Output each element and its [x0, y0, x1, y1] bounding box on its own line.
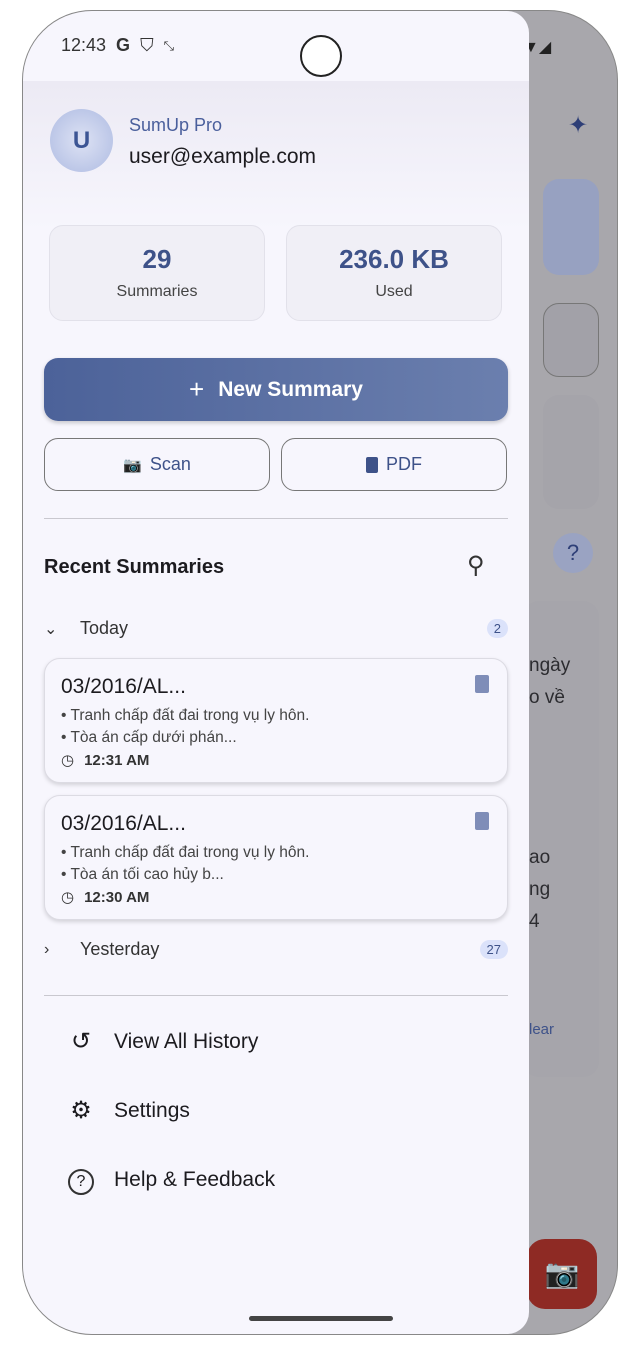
home-indicator[interactable]: [249, 1316, 393, 1321]
menu-label: Settings: [114, 1098, 190, 1122]
summary-card[interactable]: 03/2016/AL... • Tranh chấp đất đai trong…: [44, 795, 508, 920]
summary-line: • Tòa án cấp dưới phán...: [61, 729, 237, 746]
scan-button[interactable]: 📷 Scan: [44, 438, 270, 491]
camera-cutout: [300, 35, 342, 77]
menu-item-settings[interactable]: ⚙ Settings: [66, 1096, 190, 1125]
new-summary-label: New Summary: [218, 377, 363, 401]
divider: [44, 995, 508, 996]
bg-text: ng: [529, 879, 551, 900]
plus-icon: +: [189, 374, 205, 404]
count-badge: 27: [479, 940, 508, 959]
google-icon: G: [116, 35, 131, 55]
bg-text: 4: [529, 911, 540, 932]
group-yesterday[interactable]: › Yesterday 27: [44, 939, 508, 960]
count-badge: 2: [486, 619, 508, 638]
divider: [44, 518, 508, 519]
search-icon[interactable]: ⚲: [467, 551, 485, 580]
menu-label: Help & Feedback: [114, 1168, 276, 1191]
recent-summaries-title: Recent Summaries: [44, 556, 225, 578]
sparkle-icon: ✦: [568, 112, 589, 139]
clock-icon: ◷: [61, 752, 75, 769]
menu-label: View All History: [114, 1029, 259, 1053]
summary-line: • Tranh chấp đất đai trong vụ ly hôn.: [61, 844, 310, 861]
bg-input: [543, 303, 599, 377]
stat-value: 236.0 KB: [339, 244, 449, 274]
camera-icon: 📷: [123, 456, 142, 474]
avatar[interactable]: U: [50, 109, 113, 172]
user-email: user@example.com: [129, 145, 317, 168]
stat-value: 29: [142, 244, 172, 274]
phone-screen: ✦ ? ngày o về ao ng 4 lear 📷 ▼◢ 12:43 G …: [22, 10, 618, 1335]
summary-title: 03/2016/AL...: [61, 812, 186, 835]
bg-card: [543, 395, 599, 509]
history-icon: ↺: [70, 1028, 92, 1055]
document-icon: [475, 675, 489, 693]
summary-line: • Tòa án tối cao hủy b...: [61, 866, 224, 883]
menu-item-help[interactable]: ? Help & Feedback: [66, 1165, 275, 1195]
summary-title: 03/2016/AL...: [61, 675, 186, 698]
bg-clear-link: lear: [529, 1021, 555, 1038]
stat-label: Summaries: [116, 283, 198, 300]
bg-card: [543, 179, 599, 275]
menu-item-history[interactable]: ↺ View All History: [66, 1027, 258, 1056]
status-bar: 12:43 G ⛉ ⤡: [61, 35, 174, 56]
clock-icon: ◷: [61, 889, 75, 906]
bg-text: o về: [529, 687, 565, 708]
summary-time: ◷ 12:30 AM: [61, 888, 150, 907]
stat-storage: 236.0 KB Used: [286, 225, 502, 321]
help-icon: ?: [66, 1165, 96, 1195]
document-icon: [475, 812, 489, 830]
time-label: 12:31 AM: [84, 751, 150, 769]
stat-label: Used: [375, 283, 413, 300]
help-icon: ?: [553, 533, 593, 573]
chevron-down-icon: ⌄: [44, 620, 58, 638]
shield-icon: ⛉: [140, 35, 154, 55]
document-icon: [366, 456, 378, 473]
bg-text: ao: [529, 847, 551, 868]
group-label: Yesterday: [80, 939, 160, 959]
gear-icon: ⚙: [70, 1097, 92, 1124]
group-label: Today: [80, 618, 129, 638]
sync-icon: ⤡: [163, 37, 174, 53]
navigation-drawer: 12:43 G ⛉ ⤡ U SumUp Pro user@example.com…: [23, 11, 529, 1334]
bg-text: ngày: [529, 655, 571, 676]
time-label: 12:30 AM: [84, 888, 150, 906]
stat-summaries: 29 Summaries: [49, 225, 265, 321]
summary-time: ◷ 12:31 AM: [61, 751, 150, 770]
camera-fab: 📷: [527, 1239, 597, 1309]
group-today[interactable]: ⌄ Today 2: [44, 618, 508, 639]
summary-line: • Tranh chấp đất đai trong vụ ly hôn.: [61, 707, 310, 724]
app-name: SumUp Pro: [129, 115, 223, 135]
status-time: 12:43: [61, 35, 107, 55]
scan-label: Scan: [149, 454, 191, 474]
summary-card[interactable]: 03/2016/AL... • Tranh chấp đất đai trong…: [44, 658, 508, 783]
pdf-button[interactable]: PDF: [281, 438, 507, 491]
chevron-right-icon: ›: [44, 940, 50, 958]
pdf-label: PDF: [386, 454, 422, 474]
new-summary-button[interactable]: + New Summary: [44, 358, 508, 421]
